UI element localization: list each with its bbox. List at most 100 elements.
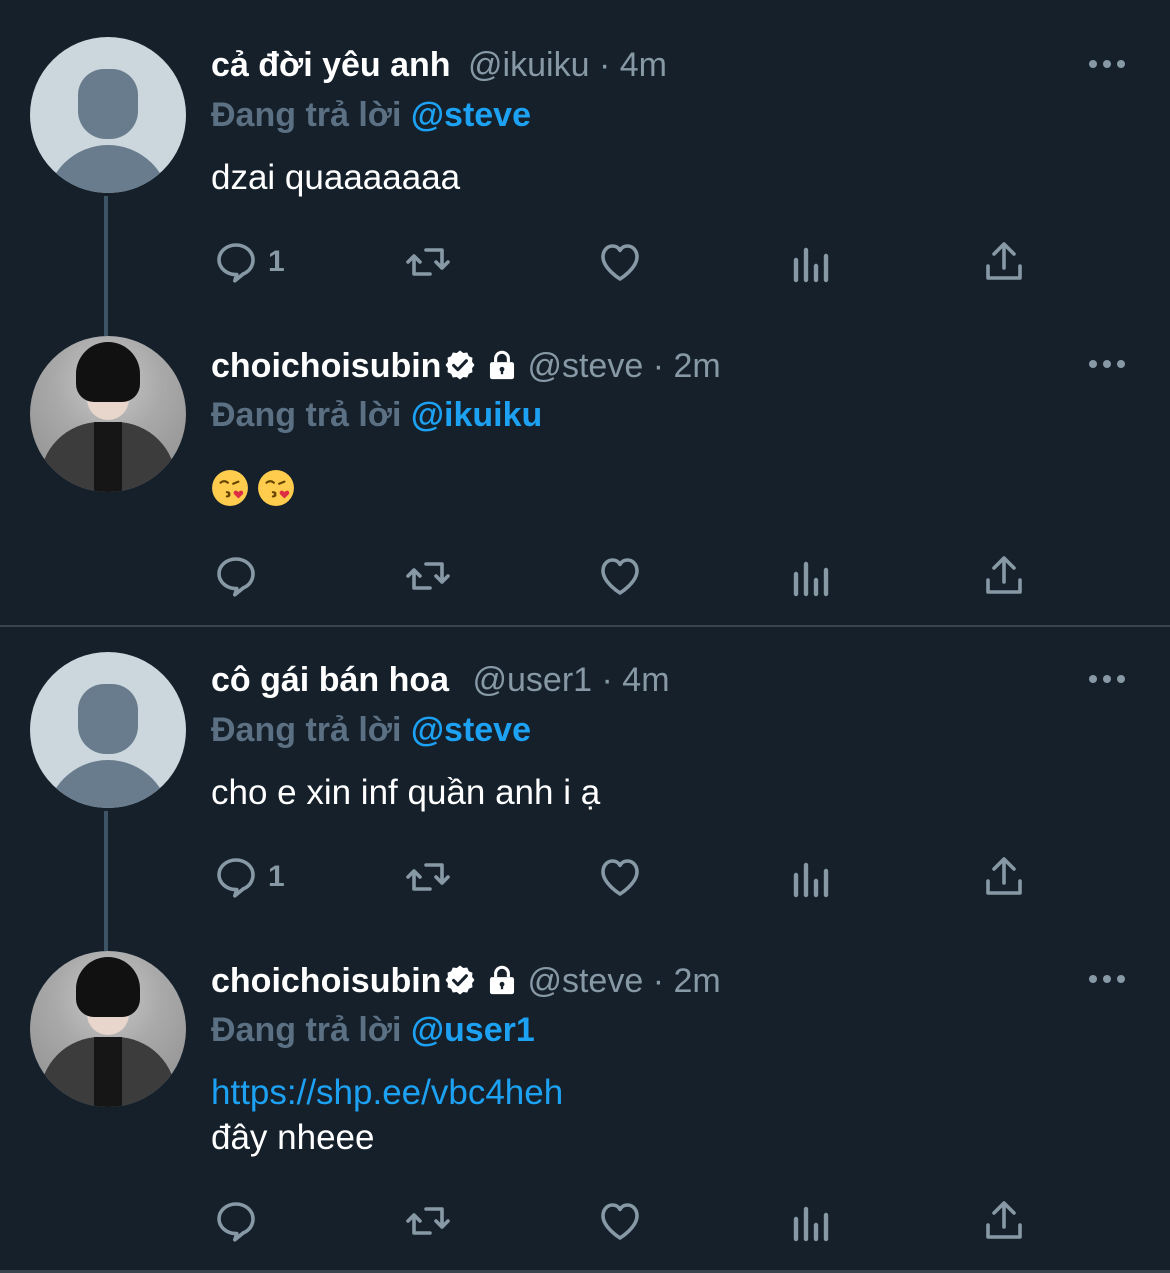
tweet-header: cả đời yêu anh @ikuiku · 4m bbox=[211, 45, 667, 85]
photo-shirt-shape bbox=[94, 1037, 122, 1107]
like-button[interactable] bbox=[596, 849, 644, 905]
replying-to: Đang trả lời @steve bbox=[211, 710, 531, 750]
tweet-time[interactable]: · 4m bbox=[599, 46, 667, 84]
share-icon bbox=[986, 1201, 1022, 1239]
retweet-icon bbox=[406, 1207, 450, 1235]
tweet-header: choichoisubin @steve · 2m bbox=[211, 961, 721, 1001]
mention-link[interactable]: @user1 bbox=[411, 1011, 535, 1049]
reply-button[interactable]: 1 bbox=[212, 234, 285, 290]
avatar-shoulders-shape bbox=[46, 760, 170, 808]
retweet-icon bbox=[406, 863, 450, 891]
heart-icon bbox=[601, 244, 639, 281]
display-name[interactable]: choichoisubin bbox=[211, 962, 441, 1000]
mention-link[interactable]: @ikuiku bbox=[411, 396, 542, 434]
retweet-button[interactable] bbox=[404, 849, 452, 905]
retweet-button[interactable] bbox=[404, 548, 452, 604]
tweet-text: cho e xin inf quần anh i ạ bbox=[211, 773, 601, 812]
photo-hair-shape bbox=[76, 957, 140, 1017]
mention-link[interactable]: @steve bbox=[411, 96, 531, 134]
default-avatar[interactable] bbox=[30, 37, 186, 193]
tweet-header: choichoisubin @steve · 2m bbox=[211, 346, 721, 386]
mention-link[interactable]: @steve bbox=[411, 711, 531, 749]
analytics-button[interactable] bbox=[788, 548, 836, 604]
profile-photo[interactable] bbox=[30, 336, 186, 492]
tweet[interactable]: choichoisubin @steve · 2m Đang trả lời @u… bbox=[0, 935, 1170, 1265]
verified-badge-icon bbox=[446, 965, 475, 995]
comment-icon bbox=[217, 243, 255, 283]
user-handle[interactable]: @steve bbox=[527, 347, 643, 385]
display-name[interactable]: cả đời yêu anh bbox=[211, 46, 451, 84]
heart-icon bbox=[601, 859, 639, 896]
retweet-icon bbox=[406, 248, 450, 276]
analytics-icon bbox=[793, 1206, 829, 1242]
more-dots-icon[interactable] bbox=[1086, 354, 1128, 374]
comment-icon bbox=[217, 1202, 255, 1242]
like-button[interactable] bbox=[596, 234, 644, 290]
heart-icon bbox=[601, 558, 639, 595]
avatar-head-shape bbox=[78, 69, 138, 139]
more-dots-icon[interactable] bbox=[1086, 54, 1128, 74]
photo-shirt-shape bbox=[94, 422, 122, 492]
tweet-text: dzai quaaaaaaa bbox=[211, 158, 461, 197]
retweet-icon bbox=[406, 562, 450, 590]
display-name[interactable]: choichoisubin bbox=[211, 347, 441, 385]
analytics-button[interactable] bbox=[788, 849, 836, 905]
share-button[interactable] bbox=[980, 849, 1028, 905]
reply-button[interactable] bbox=[212, 1193, 268, 1249]
analytics-icon bbox=[793, 561, 829, 597]
reply-count: 1 bbox=[268, 860, 285, 893]
tweet-text: đây nheee bbox=[211, 1118, 375, 1157]
more-dots-icon[interactable] bbox=[1086, 969, 1128, 989]
share-button[interactable] bbox=[980, 234, 1028, 290]
tweet-actions bbox=[0, 1193, 1170, 1249]
reply-button[interactable]: 1 bbox=[212, 849, 285, 905]
face-blowing-kiss-emoji bbox=[212, 470, 248, 506]
analytics-icon bbox=[793, 862, 829, 898]
replying-to-label: Đang trả lời bbox=[211, 1011, 402, 1049]
user-handle[interactable]: @ikuiku bbox=[468, 46, 589, 84]
retweet-button[interactable] bbox=[404, 1193, 452, 1249]
comment-icon bbox=[217, 858, 255, 898]
share-button[interactable] bbox=[980, 548, 1028, 604]
lock-icon bbox=[490, 965, 515, 995]
url-link[interactable]: https://shp.ee/vbc4heh bbox=[211, 1071, 563, 1115]
reply-count: 1 bbox=[268, 245, 285, 278]
like-button[interactable] bbox=[596, 1193, 644, 1249]
lock-icon bbox=[490, 350, 515, 380]
profile-photo[interactable] bbox=[30, 951, 186, 1107]
share-icon bbox=[986, 857, 1022, 895]
replying-to: Đang trả lời @ikuiku bbox=[211, 395, 542, 435]
tweet-text bbox=[211, 468, 303, 512]
avatar-shoulders-shape bbox=[46, 145, 170, 193]
heart-icon bbox=[601, 1203, 639, 1240]
comment-icon bbox=[217, 557, 255, 597]
tweet-time[interactable]: · 4m bbox=[602, 661, 670, 699]
tweet[interactable]: choichoisubin @steve · 2m Đang trả lời @i… bbox=[0, 320, 1170, 625]
tweet[interactable]: cô gái bán hoa @user1 · 4m Đang trả lời … bbox=[0, 627, 1170, 951]
like-button[interactable] bbox=[596, 548, 644, 604]
share-icon bbox=[986, 556, 1022, 594]
analytics-button[interactable] bbox=[788, 234, 836, 290]
retweet-button[interactable] bbox=[404, 234, 452, 290]
tweet-time[interactable]: · 2m bbox=[653, 347, 721, 385]
analytics-icon bbox=[793, 247, 829, 283]
tweet-actions: 1 bbox=[0, 234, 1170, 290]
analytics-button[interactable] bbox=[788, 1193, 836, 1249]
tweet[interactable]: cả đời yêu anh @ikuiku · 4m Đang trả lời… bbox=[0, 0, 1170, 336]
tweet-actions: 1 bbox=[0, 849, 1170, 905]
replying-to: Đang trả lời @user1 bbox=[211, 1010, 535, 1050]
more-dots-icon[interactable] bbox=[1086, 669, 1128, 689]
replying-to: Đang trả lời @steve bbox=[211, 95, 531, 135]
face-blowing-kiss-emoji bbox=[258, 470, 294, 506]
replying-to-label: Đang trả lời bbox=[211, 396, 402, 434]
tweet-time[interactable]: · 2m bbox=[653, 962, 721, 1000]
avatar-head-shape bbox=[78, 684, 138, 754]
reply-button[interactable] bbox=[212, 548, 268, 604]
display-name[interactable]: cô gái bán hoa bbox=[211, 661, 449, 699]
user-handle[interactable]: @user1 bbox=[473, 661, 593, 699]
share-button[interactable] bbox=[980, 1193, 1028, 1249]
verified-badge-icon bbox=[446, 350, 475, 380]
user-handle[interactable]: @steve bbox=[527, 962, 643, 1000]
default-avatar[interactable] bbox=[30, 652, 186, 808]
replying-to-label: Đang trả lời bbox=[211, 711, 402, 749]
